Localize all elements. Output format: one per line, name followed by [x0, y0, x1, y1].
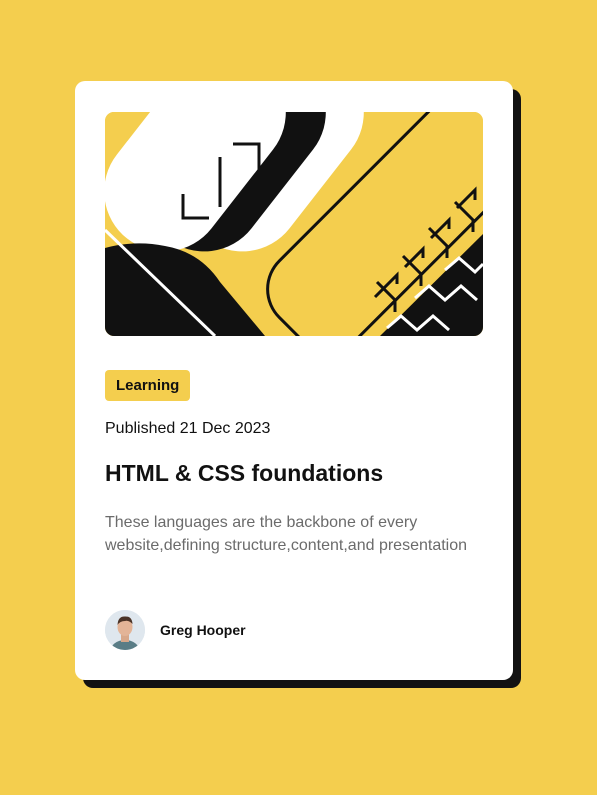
author-name[interactable]: Greg Hooper: [160, 622, 246, 638]
hero-illustration: [105, 112, 483, 336]
published-date: Published 21 Dec 2023: [105, 420, 271, 437]
author-info: Greg Hooper: [105, 610, 246, 650]
card-title[interactable]: HTML & CSS foundations: [105, 460, 383, 487]
category-tag[interactable]: Learning: [105, 370, 191, 401]
author-avatar: [105, 610, 145, 650]
blog-preview-card: Learning Published 21 Dec 2023 HTML & CS…: [75, 81, 513, 680]
card-description: These languages are the backbone of ever…: [105, 514, 468, 554]
